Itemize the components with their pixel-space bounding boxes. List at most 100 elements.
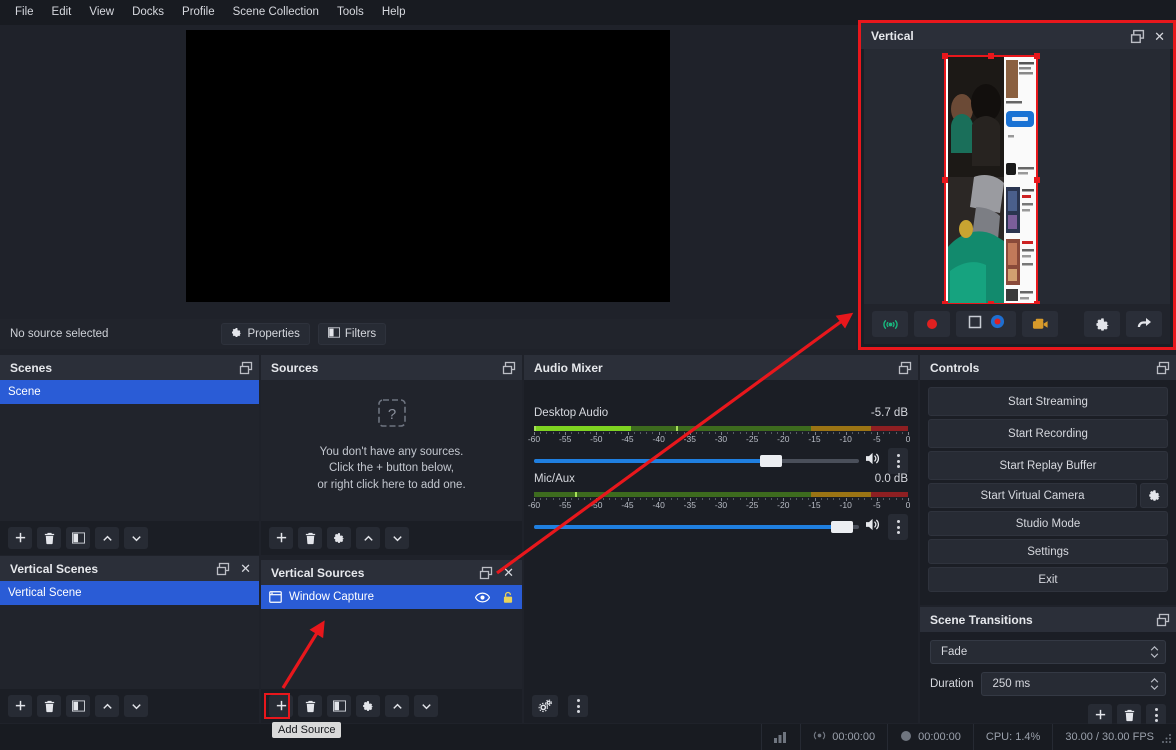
eye-icon[interactable]: [475, 591, 490, 603]
move-vertical-source-up-button[interactable]: [385, 695, 409, 717]
vertical-dock-title[interactable]: Vertical ✕: [861, 23, 1173, 49]
remove-transition-button[interactable]: [1117, 704, 1141, 726]
start-recording-button[interactable]: Start Recording: [928, 419, 1168, 448]
move-source-up-button[interactable]: [356, 527, 380, 549]
menu-view[interactable]: View: [80, 3, 123, 23]
vertical-toolbar: [864, 304, 1170, 344]
scene-filters-button[interactable]: [66, 527, 90, 549]
vertical-fullscreen-icon[interactable]: [1126, 311, 1162, 337]
vertical-scene-filters-button[interactable]: [66, 695, 90, 717]
start-virtual-camera-button[interactable]: Start Virtual Camera: [928, 483, 1137, 508]
float-dock-icon[interactable]: [239, 361, 253, 375]
vertical-record-icon[interactable]: [914, 311, 950, 337]
mute-speaker-icon[interactable]: [865, 517, 882, 537]
remove-vertical-scene-button[interactable]: [37, 695, 61, 717]
remove-scene-button[interactable]: [37, 527, 61, 549]
vertical-scenes-list[interactable]: Vertical Scene: [0, 581, 259, 689]
meter-tick-label: -10: [839, 434, 852, 444]
meter-minor-tick: [764, 498, 766, 500]
settings-button[interactable]: Settings: [928, 539, 1168, 564]
meter-tick-label: -25: [746, 434, 759, 444]
vertical-source-filters-button[interactable]: [327, 695, 351, 717]
vertical-preview-canvas[interactable]: [946, 57, 1036, 303]
vertical-scenes-title-label: Vertical Scenes: [10, 561, 99, 576]
start-replay-buffer-button[interactable]: Start Replay Buffer: [928, 451, 1168, 480]
remove-source-button[interactable]: [298, 527, 322, 549]
menu-tools[interactable]: Tools: [328, 3, 373, 23]
main-preview-area[interactable]: [0, 25, 856, 317]
advanced-audio-properties-button[interactable]: [532, 695, 558, 717]
volume-slider[interactable]: [534, 519, 859, 535]
close-icon[interactable]: ✕: [238, 562, 253, 575]
float-dock-icon[interactable]: [216, 562, 230, 576]
transition-select[interactable]: Fade: [930, 640, 1166, 664]
float-dock-icon[interactable]: [479, 566, 493, 580]
resize-grip-icon[interactable]: [1161, 733, 1172, 747]
menu-edit[interactable]: Edit: [43, 3, 81, 23]
preview-canvas[interactable]: [186, 30, 670, 302]
scene-transitions-dock-title: Scene Transitions: [920, 607, 1176, 632]
vertical-virtualcam-icon[interactable]: [1022, 311, 1058, 337]
filters-button[interactable]: Filters: [317, 323, 387, 345]
vertical-stop-icon[interactable]: [968, 315, 982, 334]
move-vertical-scene-up-button[interactable]: [95, 695, 119, 717]
start-streaming-button[interactable]: Start Streaming: [928, 387, 1168, 416]
add-transition-button[interactable]: [1088, 704, 1112, 726]
menu-file[interactable]: File: [6, 3, 43, 23]
close-icon[interactable]: ✕: [501, 566, 516, 579]
move-source-down-button[interactable]: [385, 527, 409, 549]
vertical-scene-list-item[interactable]: Vertical Scene: [0, 581, 259, 605]
move-scene-down-button[interactable]: [124, 527, 148, 549]
meter-minor-tick: [546, 432, 548, 434]
float-dock-icon[interactable]: [502, 361, 516, 375]
mixer-menu-button[interactable]: [888, 448, 908, 474]
audio-mixer-menu-button[interactable]: [568, 695, 588, 717]
vertical-stop-replay-group[interactable]: [956, 311, 1016, 337]
menu-docks[interactable]: Docks: [123, 3, 173, 23]
meter-tick-label: -5: [873, 500, 881, 510]
move-vertical-source-down-button[interactable]: [414, 695, 438, 717]
mixer-menu-button[interactable]: [888, 514, 908, 540]
transition-menu-button[interactable]: [1146, 704, 1166, 726]
scene-list-item[interactable]: Scene: [0, 380, 259, 404]
spinner-icon[interactable]: [1150, 646, 1159, 658]
float-dock-icon[interactable]: [1156, 361, 1170, 375]
mute-speaker-icon[interactable]: [865, 451, 882, 471]
scenes-list[interactable]: Scene: [0, 380, 259, 521]
float-dock-icon[interactable]: [1130, 29, 1145, 44]
source-properties-button[interactable]: [327, 527, 351, 549]
vertical-source-properties-button[interactable]: [356, 695, 380, 717]
remove-vertical-source-button[interactable]: [298, 695, 322, 717]
add-vertical-scene-button[interactable]: [8, 695, 32, 717]
menu-scene-collection[interactable]: Scene Collection: [224, 3, 328, 23]
menu-help[interactable]: Help: [373, 3, 415, 23]
meter-minor-tick: [646, 432, 648, 434]
menu-profile[interactable]: Profile: [173, 3, 224, 23]
spinner-icon[interactable]: [1150, 678, 1159, 690]
vertical-settings-icon[interactable]: [1084, 311, 1120, 337]
meter-minor-tick: [696, 498, 698, 500]
vertical-replay-icon[interactable]: [990, 314, 1005, 334]
vertical-source-list-item[interactable]: Window Capture: [261, 585, 522, 609]
move-scene-up-button[interactable]: [95, 527, 119, 549]
vertical-stream-icon[interactable]: [872, 311, 908, 337]
add-source-button[interactable]: [269, 527, 293, 549]
exit-button[interactable]: Exit: [928, 567, 1168, 592]
duration-input[interactable]: 250 ms: [981, 672, 1166, 696]
volume-slider[interactable]: [534, 453, 859, 469]
studio-mode-button[interactable]: Studio Mode: [928, 511, 1168, 536]
vertical-sources-list[interactable]: Window Capture: [261, 585, 522, 689]
float-dock-icon[interactable]: [1156, 613, 1170, 627]
move-vertical-scene-down-button[interactable]: [124, 695, 148, 717]
properties-button[interactable]: Properties: [221, 323, 310, 345]
sources-list[interactable]: ? You don't have any sources. Click the …: [261, 380, 522, 521]
meter-tick-label: -5: [873, 434, 881, 444]
close-icon[interactable]: ✕: [1152, 30, 1167, 43]
vertical-sources-dock: Vertical Sources ✕ Window Capture: [261, 560, 522, 723]
vertical-preview[interactable]: [864, 49, 1170, 307]
float-dock-icon[interactable]: [898, 361, 912, 375]
lock-icon[interactable]: [502, 591, 514, 604]
add-scene-button[interactable]: [8, 527, 32, 549]
virtual-camera-config-button[interactable]: [1140, 483, 1168, 508]
meter-minor-tick: [577, 432, 579, 434]
